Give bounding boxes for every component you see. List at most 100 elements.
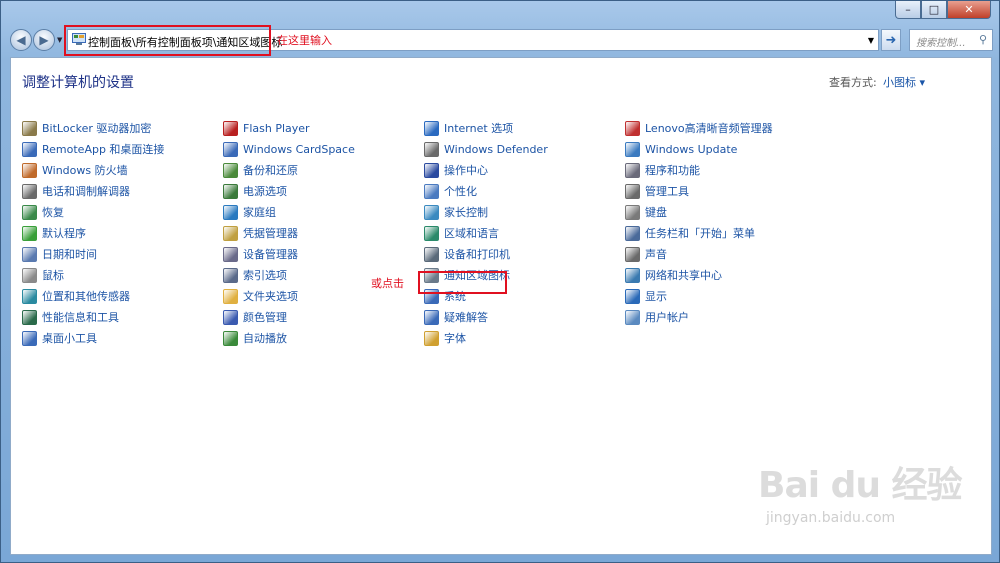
control-panel-item[interactable]: 电源选项 — [223, 182, 287, 200]
close-button[interactable]: ✕ — [947, 1, 991, 19]
control-panel-item[interactable]: 自动播放 — [223, 329, 287, 347]
item-label: 恢复 — [42, 206, 64, 219]
control-panel-item[interactable]: 疑难解答 — [424, 308, 488, 326]
item-label: 凭据管理器 — [243, 227, 298, 240]
item-label: 任务栏和「开始」菜单 — [645, 227, 755, 240]
forward-button[interactable]: ▶ — [33, 29, 55, 51]
address-dropdown-icon[interactable]: ▼ — [868, 36, 874, 45]
control-panel-item[interactable]: 凭据管理器 — [223, 224, 298, 242]
item-label: 文件夹选项 — [243, 290, 298, 303]
item-label: RemoteApp 和桌面连接 — [42, 143, 165, 156]
item-label: 鼠标 — [42, 269, 64, 282]
magnifier-icon[interactable]: ⚲ — [979, 33, 987, 46]
item-icon — [625, 120, 640, 136]
control-panel-item[interactable]: Windows Update — [625, 140, 737, 158]
control-panel-item[interactable]: Windows CardSpace — [223, 140, 355, 158]
control-panel-item[interactable]: 设备和打印机 — [424, 245, 510, 263]
control-panel-item[interactable]: Flash Player — [223, 119, 310, 137]
address-highlight-box — [64, 25, 271, 56]
recent-pages-dropdown[interactable]: ▼ — [57, 36, 62, 44]
baidu-watermark: Bai du 经验 jingyan.baidu.com — [758, 456, 963, 526]
control-panel-item[interactable]: 位置和其他传感器 — [22, 287, 130, 305]
item-label: 位置和其他传感器 — [42, 290, 130, 303]
control-panel-item[interactable]: 管理工具 — [625, 182, 689, 200]
item-label: 索引选项 — [243, 269, 287, 282]
search-placeholder: 搜索控制... — [916, 38, 966, 49]
control-panel-item[interactable]: 程序和功能 — [625, 161, 700, 179]
item-icon — [22, 183, 37, 199]
item-icon — [424, 330, 439, 346]
forward-arrow-icon: ▶ — [39, 33, 49, 47]
item-label: 备份和还原 — [243, 164, 298, 177]
control-panel-item[interactable]: 用户帐户 — [625, 308, 689, 326]
address-hint-annotation: 在这里输入 — [277, 34, 332, 47]
item-label: 电话和调制解调器 — [42, 185, 130, 198]
control-panel-item[interactable]: Windows Defender — [424, 140, 548, 158]
item-highlight-box — [418, 271, 507, 294]
item-label: 用户帐户 — [645, 311, 689, 324]
control-panel-item[interactable]: 索引选项 — [223, 266, 287, 284]
back-arrow-icon: ◀ — [16, 33, 26, 47]
item-icon — [625, 141, 640, 157]
control-panel-item[interactable]: 任务栏和「开始」菜单 — [625, 224, 755, 242]
control-panel-item[interactable]: Internet 选项 — [424, 119, 513, 137]
control-panel-item[interactable]: 家庭组 — [223, 203, 276, 221]
item-icon — [22, 162, 37, 178]
item-icon — [223, 225, 238, 241]
minimize-button[interactable]: – — [895, 1, 921, 19]
control-panel-item[interactable]: 字体 — [424, 329, 466, 347]
item-icon — [22, 309, 37, 325]
control-panel-item[interactable]: 颜色管理 — [223, 308, 287, 326]
control-panel-item[interactable]: 恢复 — [22, 203, 64, 221]
item-label: 程序和功能 — [645, 164, 700, 177]
item-icon — [22, 288, 37, 304]
item-icon — [625, 183, 640, 199]
item-label: BitLocker 驱动器加密 — [42, 122, 152, 135]
control-panel-item[interactable]: 电话和调制解调器 — [22, 182, 130, 200]
view-by-select[interactable]: 小图标 ▾ — [883, 74, 925, 90]
control-panel-item[interactable]: 默认程序 — [22, 224, 86, 242]
page-title: 调整计算机的设置 — [22, 75, 134, 91]
control-panel-item[interactable]: 文件夹选项 — [223, 287, 298, 305]
control-panel-item[interactable]: Lenovo高清晰音频管理器 — [625, 119, 773, 137]
item-icon — [223, 309, 238, 325]
item-label: Windows Update — [645, 142, 738, 156]
go-button[interactable]: ➜ — [881, 29, 901, 51]
item-icon — [625, 267, 640, 283]
view-by-label: 查看方式: — [829, 76, 877, 89]
item-icon — [22, 330, 37, 346]
item-label: 性能信息和工具 — [42, 311, 119, 324]
control-panel-item[interactable]: 个性化 — [424, 182, 477, 200]
control-panel-item[interactable]: 日期和时间 — [22, 245, 97, 263]
item-label: 家庭组 — [243, 206, 276, 219]
control-panel-item[interactable]: 键盘 — [625, 203, 667, 221]
control-panel-item[interactable]: 家长控制 — [424, 203, 488, 221]
control-panel-item[interactable]: 桌面小工具 — [22, 329, 97, 347]
control-panel-item[interactable]: 性能信息和工具 — [22, 308, 119, 326]
item-icon — [22, 141, 37, 157]
control-panel-item[interactable]: BitLocker 驱动器加密 — [22, 119, 151, 137]
search-box[interactable]: 搜索控制... ⚲ — [909, 29, 993, 51]
control-panel-item[interactable]: 区域和语言 — [424, 224, 499, 242]
control-panel-item[interactable]: 设备管理器 — [223, 245, 298, 263]
control-panel-item[interactable]: 声音 — [625, 245, 667, 263]
item-icon — [625, 225, 640, 241]
control-panel-item[interactable]: Windows 防火墙 — [22, 161, 128, 179]
control-panel-item[interactable]: 备份和还原 — [223, 161, 298, 179]
control-panel-item[interactable]: 鼠标 — [22, 266, 64, 284]
item-icon — [223, 204, 238, 220]
item-icon — [223, 288, 238, 304]
item-label: 管理工具 — [645, 185, 689, 198]
back-button[interactable]: ◀ — [10, 29, 32, 51]
control-panel-item[interactable]: 操作中心 — [424, 161, 488, 179]
control-panel-item[interactable]: RemoteApp 和桌面连接 — [22, 140, 164, 158]
item-icon — [223, 267, 238, 283]
watermark-sub-text: jingyan.baidu.com — [766, 510, 896, 526]
item-label: 区域和语言 — [444, 227, 499, 240]
control-panel-item[interactable]: 显示 — [625, 287, 667, 305]
maximize-button[interactable]: □ — [921, 1, 947, 19]
item-icon — [424, 162, 439, 178]
control-panel-item[interactable]: 网络和共享中心 — [625, 266, 722, 284]
item-label: 个性化 — [444, 185, 477, 198]
item-label: Flash Player — [243, 121, 310, 135]
